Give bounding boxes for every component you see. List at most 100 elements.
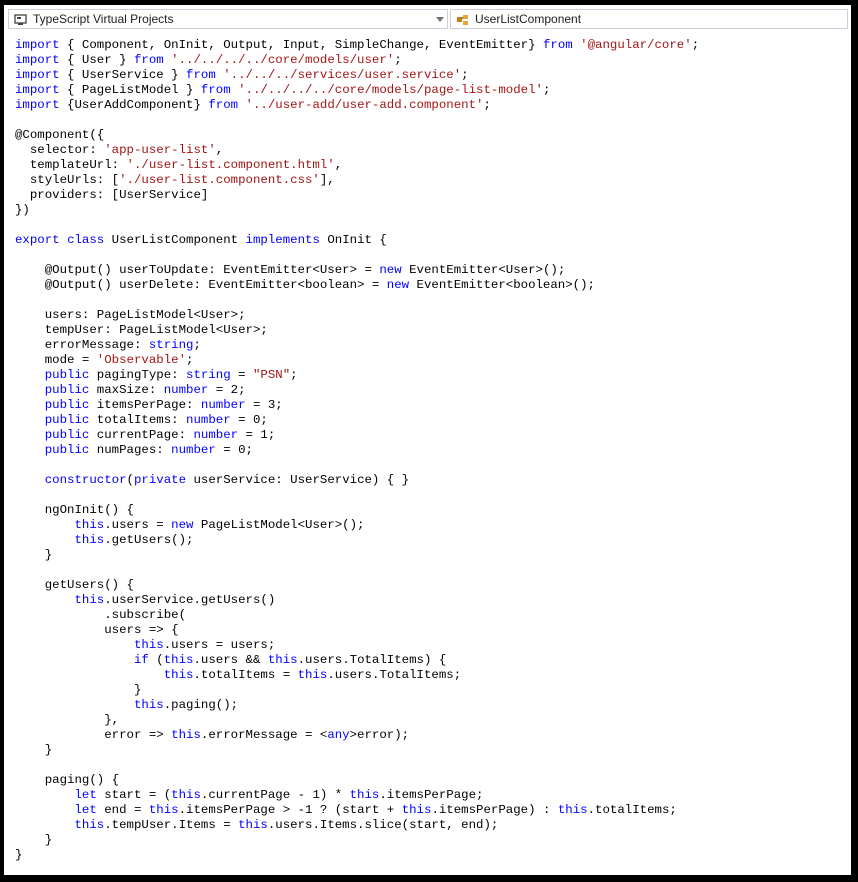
code-text: = 1; xyxy=(238,428,276,442)
chevron-down-icon[interactable] xyxy=(436,17,444,22)
code-line[interactable]: let end = this.itemsPerPage > -1 ? (star… xyxy=(15,803,699,818)
code-text: EventEmitter<User>(); xyxy=(401,263,566,277)
code-line[interactable]: import { Component, OnInit, Output, Inpu… xyxy=(15,38,699,53)
code-text: } xyxy=(15,743,53,757)
code-text: .getUsers(); xyxy=(104,533,194,547)
code-line[interactable]: errorMessage: string; xyxy=(15,338,699,353)
code-text: itemsPerPage: xyxy=(89,398,201,412)
code-keyword: new xyxy=(171,518,194,532)
code-line[interactable]: import { UserService } from '../../../se… xyxy=(15,68,699,83)
code-line[interactable]: constructor(private userService: UserSer… xyxy=(15,473,699,488)
code-text: { PageListModel } xyxy=(59,83,201,97)
code-line[interactable]: this.getUsers(); xyxy=(15,533,699,548)
code-line[interactable]: this.tempUser.Items = this.users.Items.s… xyxy=(15,818,699,833)
code-line[interactable] xyxy=(15,488,699,503)
project-dropdown[interactable]: TypeScript Virtual Projects xyxy=(8,9,448,29)
code-text: = xyxy=(230,368,253,382)
code-line[interactable]: users: PageListModel<User>; xyxy=(15,308,699,323)
code-keyword: number xyxy=(193,428,239,442)
code-text: EventEmitter<boolean>(); xyxy=(409,278,595,292)
code-text: numPages: xyxy=(89,443,172,457)
code-string: '../user-add/user-add.component' xyxy=(245,98,484,112)
code-text: ( xyxy=(148,653,164,667)
code-line[interactable]: public totalItems: number = 0; xyxy=(15,413,699,428)
code-text: @Component({ xyxy=(15,128,105,142)
code-line[interactable]: tempUser: PageListModel<User>; xyxy=(15,323,699,338)
code-line[interactable]: import {UserAddComponent} from '../user-… xyxy=(15,98,699,113)
code-text: .users.TotalItems; xyxy=(327,668,462,682)
code-keyword: let xyxy=(15,788,97,802)
code-line[interactable]: getUsers() { xyxy=(15,578,699,593)
code-line[interactable]: this.paging(); xyxy=(15,698,699,713)
code-line[interactable] xyxy=(15,293,699,308)
code-line[interactable] xyxy=(15,218,699,233)
code-text: currentPage: xyxy=(89,428,194,442)
code-line[interactable]: ngOnInit() { xyxy=(15,503,699,518)
code-line[interactable]: styleUrls: ['./user-list.component.css']… xyxy=(15,173,699,188)
code-text: @Output() userToUpdate: EventEmitter<Use… xyxy=(15,263,380,277)
code-line[interactable]: export class UserListComponent implement… xyxy=(15,233,699,248)
code-line[interactable]: error => this.errorMessage = <any>error)… xyxy=(15,728,699,743)
code-text: } xyxy=(15,833,53,847)
code-line[interactable] xyxy=(15,563,699,578)
code-line[interactable]: public maxSize: number = 2; xyxy=(15,383,699,398)
code-keyword: this xyxy=(557,803,588,817)
code-text: ], xyxy=(319,173,335,187)
code-line[interactable]: this.users = new PageListModel<User>(); xyxy=(15,518,699,533)
code-line[interactable]: }) xyxy=(15,203,699,218)
code-text: end = xyxy=(96,803,149,817)
code-line[interactable]: public itemsPerPage: number = 3; xyxy=(15,398,699,413)
code-line[interactable]: public pagingType: string = "PSN"; xyxy=(15,368,699,383)
code-keyword: import xyxy=(15,38,60,52)
code-line[interactable]: let start = (this.currentPage - 1) * thi… xyxy=(15,788,699,803)
code-line[interactable]: mode = 'Observable'; xyxy=(15,353,699,368)
code-line[interactable]: @Component({ xyxy=(15,128,699,143)
code-text: providers: [UserService] xyxy=(15,188,209,202)
code-keyword: from xyxy=(200,83,231,97)
code-keyword: this xyxy=(15,593,105,607)
code-line[interactable]: } xyxy=(15,833,699,848)
code-line[interactable] xyxy=(15,113,699,128)
code-text: .users = users; xyxy=(163,638,276,652)
code-text: , xyxy=(334,158,343,172)
code-line[interactable]: providers: [UserService] xyxy=(15,188,699,203)
code-line[interactable] xyxy=(15,458,699,473)
code-keyword: public xyxy=(15,443,90,457)
code-line[interactable]: this.users = users; xyxy=(15,638,699,653)
code-area[interactable]: import { Component, OnInit, Output, Inpu… xyxy=(15,38,699,863)
code-text: {UserAddComponent} xyxy=(59,98,209,112)
code-string: "PSN" xyxy=(252,368,291,382)
code-line[interactable]: users => { xyxy=(15,623,699,638)
code-keyword: let xyxy=(15,803,97,817)
code-line[interactable]: if (this.users && this.users.TotalItems)… xyxy=(15,653,699,668)
code-line[interactable]: this.userService.getUsers() xyxy=(15,593,699,608)
code-line[interactable]: } xyxy=(15,848,699,863)
code-line[interactable]: } xyxy=(15,683,699,698)
code-keyword: class xyxy=(67,233,105,247)
code-line[interactable]: }, xyxy=(15,713,699,728)
code-line[interactable]: import { PageListModel } from '../../../… xyxy=(15,83,699,98)
code-line[interactable]: public currentPage: number = 1; xyxy=(15,428,699,443)
code-line[interactable] xyxy=(15,758,699,773)
code-line[interactable]: } xyxy=(15,548,699,563)
code-keyword: import xyxy=(15,98,60,112)
code-line[interactable]: public numPages: number = 0; xyxy=(15,443,699,458)
code-text: pagingType: xyxy=(89,368,187,382)
code-keyword: this xyxy=(163,653,194,667)
code-line[interactable]: .subscribe( xyxy=(15,608,699,623)
code-line[interactable]: selector: 'app-user-list', xyxy=(15,143,699,158)
code-text: ; xyxy=(461,68,469,82)
code-text: ; xyxy=(483,98,491,112)
code-text: mode = xyxy=(15,353,97,367)
code-line[interactable]: paging() { xyxy=(15,773,699,788)
code-line[interactable]: } xyxy=(15,743,699,758)
code-line[interactable]: this.totalItems = this.users.TotalItems; xyxy=(15,668,699,683)
code-line[interactable]: @Output() userToUpdate: EventEmitter<Use… xyxy=(15,263,699,278)
code-text: .itemsPerPage) : xyxy=(431,803,558,817)
code-line[interactable]: @Output() userDelete: EventEmitter<boole… xyxy=(15,278,699,293)
code-line[interactable]: import { User } from '../../../../core/m… xyxy=(15,53,699,68)
code-line[interactable] xyxy=(15,248,699,263)
class-icon xyxy=(456,13,470,25)
code-line[interactable]: templateUrl: './user-list.component.html… xyxy=(15,158,699,173)
member-dropdown[interactable]: UserListComponent xyxy=(450,9,848,29)
